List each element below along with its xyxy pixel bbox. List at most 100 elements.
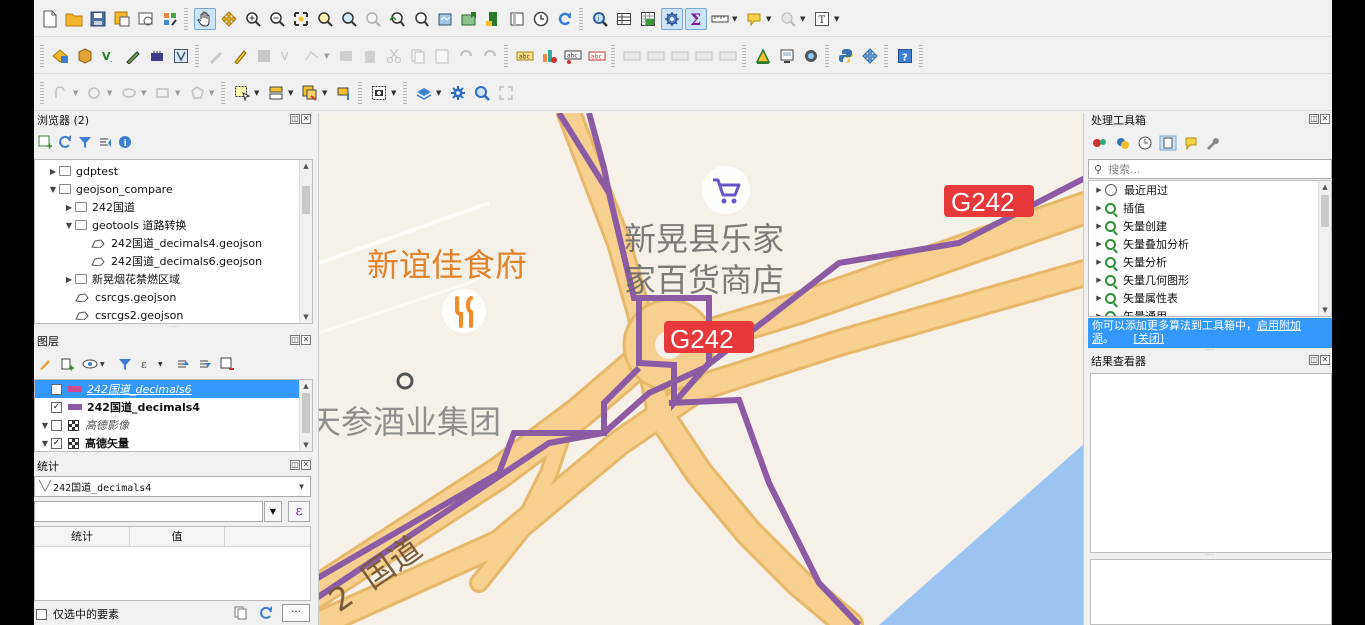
toolbox-provider-item[interactable]: ▶ 最近用过 [1089, 181, 1331, 199]
enable-providers-link-cont[interactable]: 源 [1092, 332, 1103, 345]
copy-icon[interactable] [407, 45, 429, 67]
identify-icon[interactable]: i [589, 8, 611, 30]
expression-dropdown-button[interactable]: ▼ [264, 501, 282, 522]
toolbox-provider-item[interactable]: ▶ 插值 [1089, 199, 1331, 217]
browser-folder-item[interactable]: ▶ 新晃烟花禁燃区域 [35, 270, 312, 288]
add-rectangle-icon[interactable] [152, 82, 174, 104]
close-icon[interactable]: ✕ [301, 335, 311, 345]
column-header-value[interactable]: 值 [130, 527, 225, 546]
gps-icon[interactable] [146, 45, 168, 67]
edit-rendering-icon[interactable] [1184, 136, 1198, 150]
modify-attributes-icon[interactable] [335, 45, 357, 67]
virtual-layer-icon[interactable] [170, 45, 192, 67]
settings-gear-icon[interactable] [447, 82, 469, 104]
map-tips-icon[interactable] [743, 8, 765, 30]
layer-styling-icon[interactable] [38, 357, 52, 371]
zoom-next-icon[interactable] [410, 8, 432, 30]
add-feature-icon[interactable]: V [277, 45, 299, 67]
refresh-icon[interactable] [58, 135, 72, 149]
digitize-shape-icon[interactable] [50, 82, 72, 104]
browser-folder-item[interactable]: ▼ geojson_compare [35, 180, 312, 198]
pan-icon[interactable] [194, 7, 216, 30]
field-calculator-icon[interactable] [637, 8, 659, 30]
float-icon[interactable]: ◫ [290, 335, 300, 345]
layer-row[interactable]: 242国道_decimals6 [35, 380, 312, 398]
expand-arrow-icon[interactable]: ▶ [47, 167, 59, 176]
annotation-icon[interactable] [777, 8, 799, 30]
close-icon[interactable]: ✕ [1320, 355, 1330, 365]
zoom-native-icon[interactable] [362, 8, 384, 30]
toolbox-provider-item[interactable]: ▶ 矢量分析 [1089, 253, 1331, 271]
zoom-to-selection-icon[interactable] [314, 8, 336, 30]
layer-row[interactable]: ▼ 高德影像 [35, 416, 312, 434]
close-icon[interactable]: ✕ [301, 460, 311, 470]
layer-row[interactable]: ▼ ✓ 高德矢量 [35, 434, 312, 451]
redo-icon[interactable] [479, 45, 501, 67]
select-by-value-icon[interactable] [265, 82, 287, 104]
collapse-arrow-icon[interactable]: ▼ [39, 439, 51, 448]
float-icon[interactable]: ◫ [1309, 114, 1319, 124]
filter-legend-icon[interactable] [118, 357, 132, 371]
filter-expression-icon[interactable]: ε [140, 357, 156, 371]
browser-file-item[interactable]: csrcgs.geojson [35, 288, 312, 306]
browser-folder-item[interactable]: ▶ 242国道 [35, 198, 312, 216]
deselect-icon[interactable] [299, 82, 321, 104]
current-edits-icon[interactable] [205, 45, 227, 67]
expand-arrow-icon[interactable]: ▶ [1093, 240, 1105, 248]
restaurant-icon[interactable] [442, 289, 486, 333]
browser-file-item[interactable]: 242国道_decimals4.geojson [35, 234, 312, 252]
filter-icon[interactable] [78, 135, 92, 149]
browser-folder-item[interactable]: ▼ geotools 道路转换 [35, 216, 312, 234]
expand-arrow-icon[interactable]: ▶ [1093, 276, 1105, 284]
highlight-label-icon[interactable]: abc [586, 45, 608, 67]
pan-to-selection-icon[interactable] [218, 8, 240, 30]
collapse-arrow-icon[interactable]: ▼ [39, 421, 51, 430]
collapse-all-icon[interactable] [98, 135, 112, 149]
print-layout-icon[interactable] [135, 8, 157, 30]
fullscreen-icon[interactable] [495, 82, 517, 104]
processing-toolbox-icon[interactable] [661, 7, 683, 30]
python-scripts-icon[interactable] [1115, 136, 1131, 150]
select-by-expression-icon[interactable] [333, 82, 355, 104]
results-viewer-icon[interactable] [1159, 135, 1177, 151]
toolbox-scrollbar[interactable]: ▲ ▼ [1318, 181, 1331, 316]
expand-arrow-icon[interactable]: ▶ [1093, 204, 1105, 212]
data-source-manager-icon[interactable] [50, 45, 72, 67]
diagram-icon[interactable] [538, 45, 560, 67]
layers-scrollbar[interactable]: ▲ ▼ [299, 380, 312, 451]
map-canvas[interactable]: G242 G242 新谊佳食府 新晃县乐家 家百货商店 天参酒业集团 2 国道 [318, 113, 1084, 625]
float-icon[interactable]: ◫ [290, 460, 300, 470]
shopping-cart-icon[interactable] [702, 166, 750, 214]
layer-combobox[interactable]: ╲╱ 242国道_decimals4 ▼ [34, 476, 311, 497]
remove-layer-icon[interactable] [220, 357, 234, 371]
manage-visibility-icon[interactable] [82, 357, 98, 371]
close-icon[interactable]: ✕ [301, 114, 311, 124]
select-features-icon[interactable] [231, 82, 253, 104]
layer-row[interactable]: ✓ 242国道_decimals4 [35, 398, 312, 416]
measure-icon[interactable] [709, 8, 731, 30]
undo-icon[interactable] [455, 45, 477, 67]
rotate-label-icon[interactable] [645, 45, 667, 67]
toolbox-provider-item[interactable]: ▶ 矢量创建 [1089, 217, 1331, 235]
help-icon[interactable]: ? [894, 45, 916, 67]
collapse-all-icon[interactable] [198, 357, 212, 371]
toolbox-search-input[interactable]: ⚲ 搜索... [1088, 159, 1332, 179]
toggle-editing-icon[interactable] [229, 45, 251, 67]
layer-visibility-checkbox[interactable] [51, 383, 62, 395]
georeferencer-icon[interactable] [752, 45, 774, 67]
time-icon[interactable] [530, 8, 552, 30]
expand-arrow-icon[interactable]: ▶ [1093, 258, 1105, 266]
python-console-icon[interactable] [835, 45, 857, 67]
toolbox-provider-item[interactable]: ▶ 矢量属性表 [1089, 289, 1331, 307]
statistics-icon[interactable]: Σ [685, 7, 707, 30]
toolbox-provider-item[interactable]: ▶ 矢量叠加分析 [1089, 235, 1331, 253]
digitize-icon[interactable] [122, 45, 144, 67]
locator-search-icon[interactable] [471, 82, 493, 104]
plugin-icon[interactable] [859, 45, 881, 67]
style-manager-icon[interactable] [159, 8, 181, 30]
models-icon[interactable] [1092, 136, 1108, 150]
more-options-button[interactable]: ··· [282, 604, 310, 622]
expand-arrow-icon[interactable]: ▶ [1093, 294, 1105, 302]
info-icon[interactable]: i [118, 135, 132, 149]
delete-selected-icon[interactable] [359, 45, 381, 67]
